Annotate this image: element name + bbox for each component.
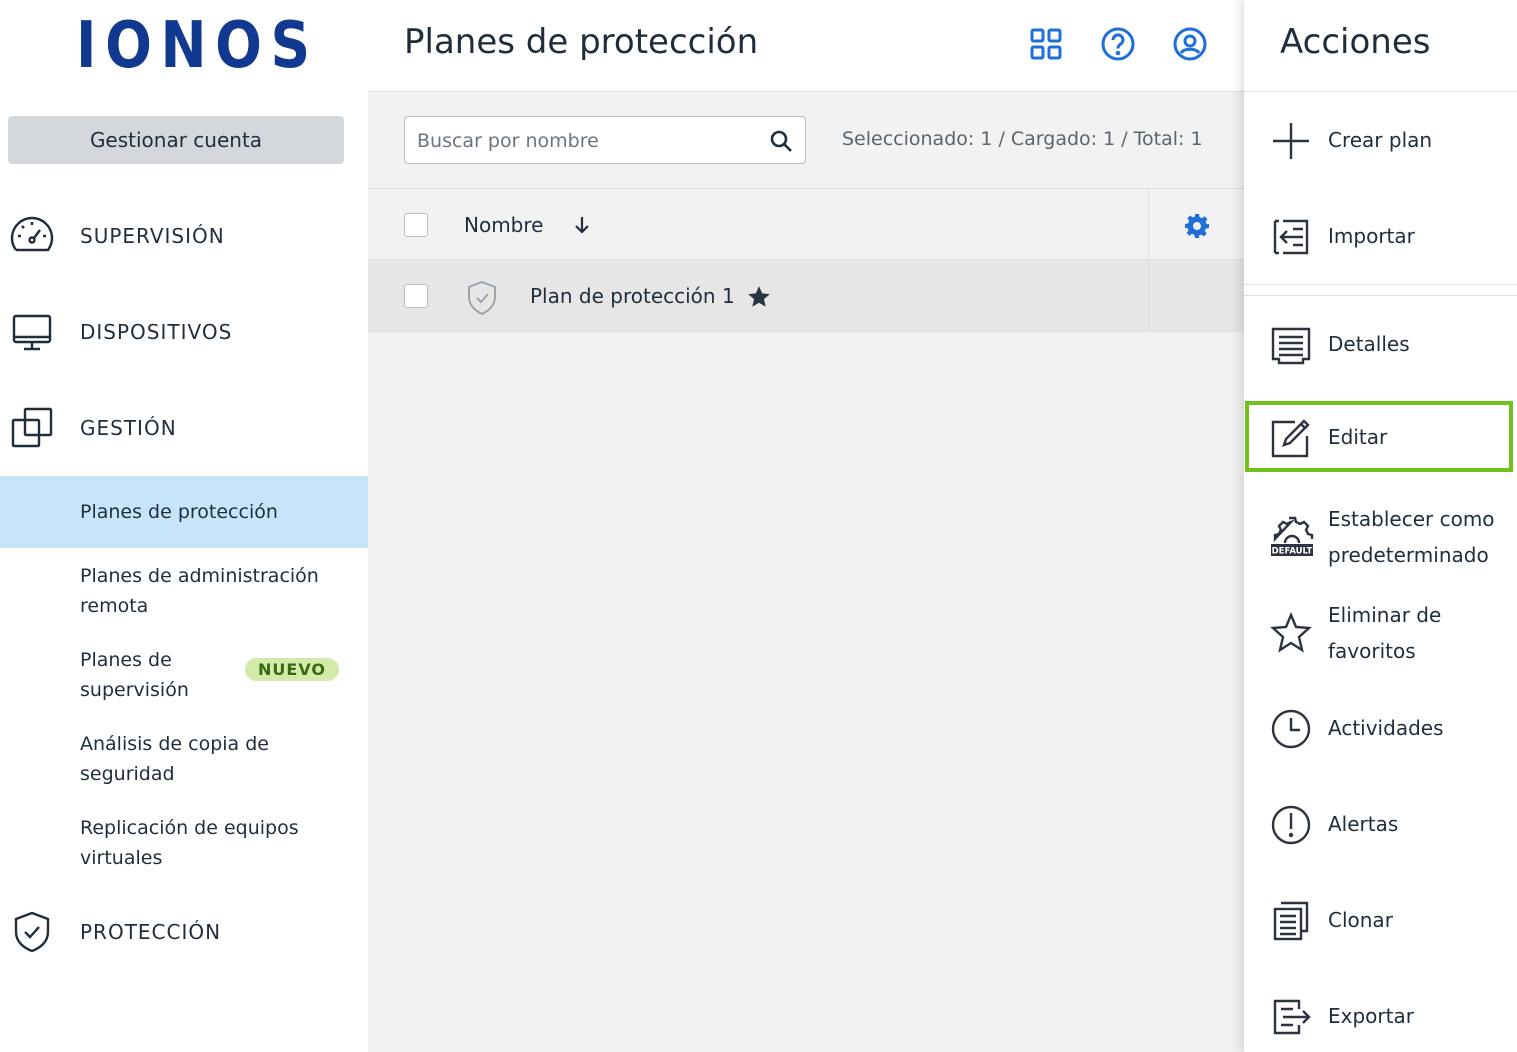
layers-icon: [8, 404, 56, 452]
column-header-name[interactable]: Nombre: [464, 213, 543, 237]
action-create-plan[interactable]: Crear plan: [1244, 105, 1517, 175]
action-label: Alertas: [1328, 812, 1399, 836]
plan-name[interactable]: Plan de protección 1: [530, 284, 735, 308]
nav-section-label: DISPOSITIVOS: [80, 320, 233, 344]
sidebar-item-label: Planes de protección: [80, 501, 278, 523]
sidebar-item-label: Planes de supervisión: [80, 649, 189, 701]
divider: [1244, 295, 1517, 296]
alert-icon: [1270, 804, 1312, 846]
sidebar-item-remote-management-plans[interactable]: Planes de administración remota: [0, 560, 368, 622]
export-icon: [1270, 996, 1312, 1038]
action-label: Establecer como predeterminado: [1328, 507, 1495, 567]
sidebar-item-label: Replicación de equipos virtuales: [80, 817, 299, 869]
divider: [1244, 284, 1517, 285]
sidebar: IONOS Gestionar cuenta SUPERVISIÓN DISPO…: [0, 0, 368, 1052]
import-icon: [1270, 216, 1312, 258]
details-icon: [1270, 324, 1312, 366]
action-edit[interactable]: Editar: [1245, 401, 1513, 472]
row-checkbox[interactable]: [404, 284, 428, 308]
sidebar-item-label: Análisis de copia de seguridad: [80, 733, 269, 785]
nav-section-devices[interactable]: DISPOSITIVOS: [0, 297, 368, 367]
search-box[interactable]: [404, 116, 806, 164]
action-label: Importar: [1328, 224, 1415, 248]
action-import[interactable]: Importar: [1244, 201, 1517, 271]
search-icon[interactable]: [769, 129, 793, 153]
divider: [1244, 91, 1517, 92]
ionos-logo[interactable]: IONOS: [76, 14, 319, 78]
account-icon[interactable]: [1172, 26, 1208, 62]
page-title: Planes de protección: [404, 22, 759, 62]
grid-icon[interactable]: [1028, 26, 1064, 62]
action-remove-favorite[interactable]: Eliminar de favoritos: [1244, 597, 1517, 669]
actions-panel: Acciones Crear plan Importar Detalles Ed…: [1244, 0, 1517, 1052]
sidebar-item-monitoring-plans[interactable]: Planes de supervisión NUEVO: [0, 644, 368, 706]
action-label: Exportar: [1328, 1004, 1414, 1028]
action-set-default[interactable]: DEFAULT Establecer como predeterminado: [1244, 501, 1517, 573]
table-header: Nombre: [368, 188, 1244, 261]
new-badge: NUEVO: [245, 658, 340, 681]
action-clone[interactable]: Clonar: [1244, 885, 1517, 955]
action-label: Eliminar de favoritos: [1328, 603, 1442, 663]
sidebar-item-label: Planes de administración remota: [80, 565, 319, 617]
table-row[interactable]: Plan de protección 1: [368, 260, 1244, 332]
column-divider: [1148, 260, 1149, 332]
star-outline-icon: [1270, 612, 1312, 654]
sidebar-item-backup-scanning[interactable]: Análisis de copia de seguridad: [0, 728, 368, 790]
action-label: Editar: [1328, 425, 1388, 449]
default-gear-icon: DEFAULT: [1270, 515, 1314, 559]
nav-section-protection[interactable]: PROTECCIÓN: [0, 897, 368, 967]
clock-icon: [1270, 708, 1312, 750]
action-label: Clonar: [1328, 908, 1393, 932]
plus-icon: [1270, 120, 1312, 162]
edit-icon: [1270, 417, 1312, 459]
column-divider: [1148, 189, 1149, 261]
manage-account-button[interactable]: Gestionar cuenta: [8, 116, 344, 164]
default-icon-text: DEFAULT: [1272, 547, 1313, 557]
selection-counts: Seleccionado: 1 / Cargado: 1 / Total: 1: [842, 128, 1203, 150]
actions-title: Acciones: [1280, 22, 1431, 62]
sidebar-item-protection-plans[interactable]: Planes de protección: [0, 476, 368, 548]
nav-section-supervision[interactable]: SUPERVISIÓN: [0, 201, 368, 271]
nav-section-label: GESTIÓN: [80, 416, 177, 440]
select-all-checkbox[interactable]: [404, 213, 428, 237]
action-label: Actividades: [1328, 716, 1444, 740]
action-label: Detalles: [1328, 332, 1410, 356]
nav-section-management[interactable]: GESTIÓN: [0, 393, 368, 463]
monitor-icon: [8, 308, 56, 356]
action-alerts[interactable]: Alertas: [1244, 789, 1517, 859]
shield-icon: [468, 280, 496, 316]
action-export[interactable]: Exportar: [1244, 981, 1517, 1051]
toolbar: Seleccionado: 1 / Cargado: 1 / Total: 1: [368, 92, 1244, 188]
sort-arrow-down-icon[interactable]: [572, 215, 592, 235]
action-details[interactable]: Detalles: [1244, 309, 1517, 379]
action-label: Crear plan: [1328, 128, 1433, 152]
speedometer-icon: [8, 212, 56, 260]
action-activities[interactable]: Actividades: [1244, 693, 1517, 763]
nav-section-label: PROTECCIÓN: [80, 920, 222, 944]
page-header: Planes de protección: [368, 0, 1244, 92]
sidebar-item-vm-replication[interactable]: Replicación de equipos virtuales: [0, 812, 368, 874]
help-icon[interactable]: [1100, 26, 1136, 62]
nav-section-label: SUPERVISIÓN: [80, 224, 225, 248]
gear-icon[interactable]: [1184, 213, 1210, 239]
shield-check-icon: [8, 908, 56, 956]
search-input[interactable]: [417, 127, 757, 155]
star-filled-icon[interactable]: [746, 284, 772, 310]
clone-icon: [1270, 900, 1312, 942]
